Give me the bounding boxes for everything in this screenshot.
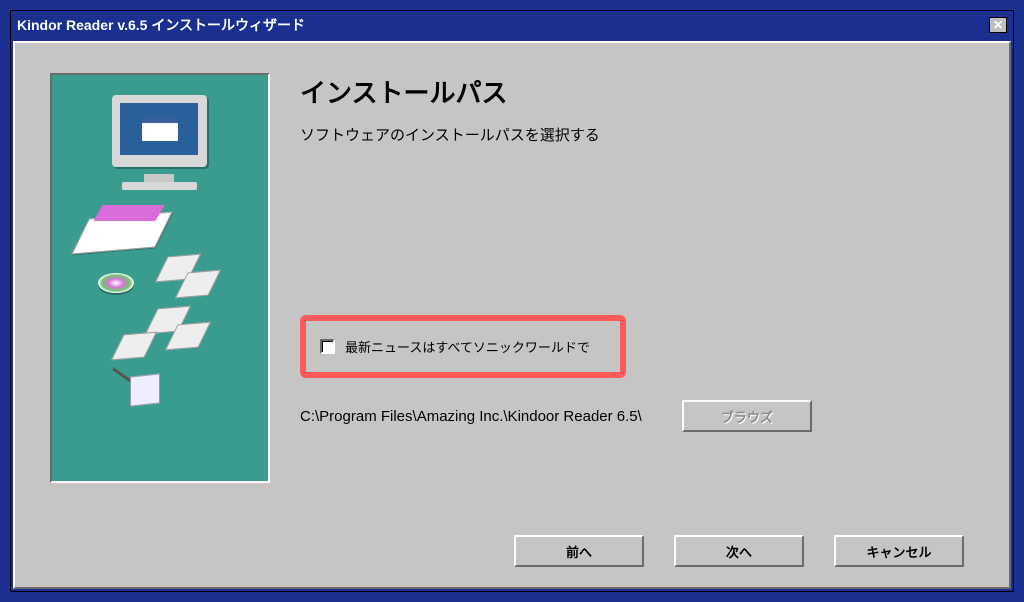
news-checkbox[interactable] (320, 339, 335, 354)
browse-button[interactable]: ブラウズ (682, 400, 812, 432)
window-title: Kindor Reader v.6.5 インストールウィザード (17, 15, 305, 35)
main-panel: インストールパス ソフトウェアのインストールパスを選択する 最新ニュースはすべて… (300, 73, 974, 513)
highlighted-option: 最新ニュースはすべてソニックワールドで (300, 315, 626, 378)
install-path-row: C:\Program Files\Amazing Inc.\Kindoor Re… (300, 400, 974, 432)
next-button[interactable]: 次へ (674, 535, 804, 567)
close-button[interactable]: ✕ (989, 17, 1007, 33)
computer-icon (112, 95, 212, 180)
page-heading: インストールパス (300, 73, 974, 110)
cd-icon (98, 273, 134, 293)
sidebar-graphic (50, 73, 270, 483)
content-row: インストールパス ソフトウェアのインストールパスを選択する 最新ニュースはすべて… (50, 73, 974, 513)
install-path-text: C:\Program Files\Amazing Inc.\Kindoor Re… (300, 408, 642, 425)
page-subheading: ソフトウェアのインストールパスを選択する (300, 124, 974, 145)
note-icon (130, 373, 160, 406)
wizard-buttons: 前へ 次へ キャンセル (50, 535, 974, 567)
titlebar: Kindor Reader v.6.5 インストールウィザード ✕ (11, 11, 1013, 39)
cancel-button[interactable]: キャンセル (834, 535, 964, 567)
installer-window: Kindor Reader v.6.5 インストールウィザード ✕ (10, 10, 1014, 592)
dialog-body: インストールパス ソフトウェアのインストールパスを選択する 最新ニュースはすべて… (13, 41, 1011, 589)
close-icon: ✕ (993, 18, 1003, 32)
back-button[interactable]: 前へ (514, 535, 644, 567)
news-checkbox-label: 最新ニュースはすべてソニックワールドで (345, 337, 590, 356)
paper-icon (93, 205, 164, 221)
floppy-icon (111, 332, 157, 361)
